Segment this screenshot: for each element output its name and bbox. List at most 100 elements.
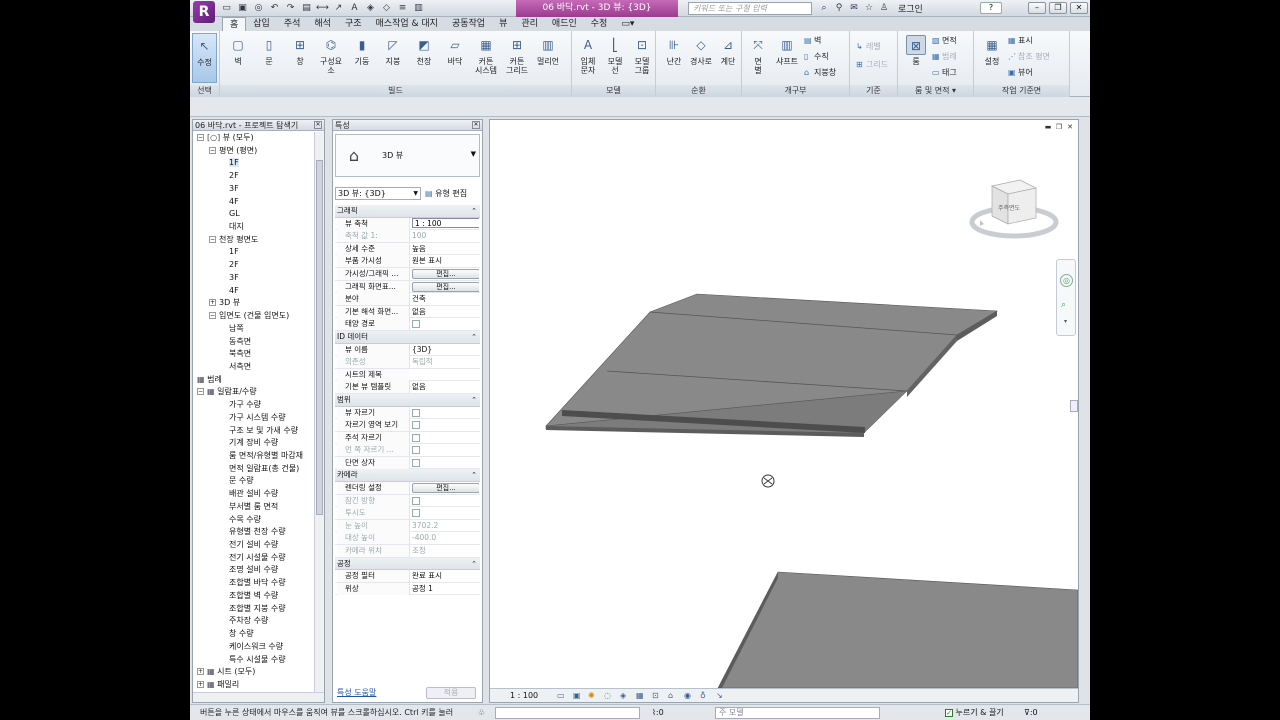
collapse-icon[interactable]: −	[197, 134, 204, 141]
restore-icon[interactable]: ❐	[1049, 2, 1067, 14]
text-icon[interactable]: A	[348, 2, 361, 14]
floor-slab-upper[interactable]	[545, 293, 998, 437]
tab-8[interactable]: 관리	[514, 17, 545, 31]
help-button[interactable]: ?	[980, 2, 1002, 14]
ribbon-model_panel-buttons-button-1[interactable]: ⎣ 모델 선	[601, 33, 629, 83]
collapse-icon[interactable]: −	[209, 146, 216, 154]
tree-item[interactable]: − 천장 평면도	[209, 234, 258, 246]
redo-icon[interactable]: ↷	[284, 2, 297, 14]
tree-item[interactable]: + ▦ 시트 (모두)	[197, 666, 255, 678]
property-value[interactable]	[409, 456, 479, 469]
ribbon-build_panel-buttons-button-5[interactable]: ◸ 지붕	[379, 33, 407, 83]
open-icon[interactable]: ▭	[220, 2, 233, 14]
set-work-plane-button[interactable]: ▦ 설정	[978, 33, 1006, 83]
analysis-display-icon[interactable]: ↘	[716, 689, 723, 703]
expand-icon[interactable]: +	[209, 299, 216, 307]
tree-item[interactable]: − 평면 (평면)	[209, 145, 257, 157]
ribbon-build_panel-buttons-button-4[interactable]: ▮ 기둥	[348, 33, 376, 83]
tree-item[interactable]: 전기 시설물 수량	[229, 552, 286, 564]
tree-item[interactable]: − 입면도 (건물 입면도)	[209, 310, 289, 322]
type-selector[interactable]: ⌂ 3D 뷰 ▼	[335, 134, 480, 177]
property-value[interactable]	[409, 217, 479, 230]
tree-item[interactable]: 배관 설비 수량	[229, 488, 278, 500]
collapse-icon[interactable]: ⌃	[471, 394, 477, 406]
tree-item[interactable]: 3F	[229, 183, 239, 195]
login-button[interactable]: 로그인	[898, 2, 923, 15]
thin-lines-icon[interactable]: ≡	[396, 2, 409, 14]
level-button[interactable]: ↳ 레벨	[856, 41, 881, 53]
tree-item[interactable]: 대지	[229, 221, 244, 233]
tree-item[interactable]: 남쪽	[229, 323, 244, 335]
checkbox[interactable]	[412, 320, 420, 329]
collapse-icon[interactable]: ⌃	[471, 205, 477, 217]
expand-icon[interactable]: +	[197, 668, 204, 676]
tree-item[interactable]: 1F	[229, 157, 239, 169]
tree-item[interactable]: 문 수량	[229, 475, 254, 487]
tree-item[interactable]: 면적 일람표(총 건물)	[229, 463, 299, 475]
tab-2[interactable]: 주석	[277, 17, 308, 31]
search-input[interactable]: 키워드 또는 구절 입력	[688, 2, 812, 15]
tree-item[interactable]: 가구 시스템 수량	[229, 412, 286, 424]
crop-view-icon[interactable]: ▦	[636, 689, 644, 703]
close-icon[interactable]: ✕	[1070, 2, 1088, 14]
property-group-header[interactable]: 그래픽 ⌃	[335, 205, 480, 218]
communication-icon[interactable]: ✉	[848, 2, 860, 14]
property-value[interactable]	[409, 419, 479, 432]
tree-item[interactable]: − ▦ 일람표/수량	[197, 386, 257, 398]
edit-button[interactable]: 편집...	[412, 268, 479, 279]
tree-item[interactable]: 2F	[229, 259, 239, 271]
collapse-icon[interactable]: ⌃	[471, 558, 477, 570]
tree-item[interactable]: GL	[229, 208, 240, 220]
tree-item[interactable]: 부서별 룸 면적	[229, 501, 278, 513]
edit-button[interactable]: 편집...	[412, 281, 479, 292]
wall-opening-button[interactable]: ▤ 벽	[804, 35, 821, 47]
status-field[interactable]	[495, 707, 640, 719]
ribbon-build_panel-buttons-button-8[interactable]: ▦ 커튼 시스템	[472, 33, 500, 83]
panel-toggle-icon[interactable]: ▭▾	[614, 17, 641, 31]
tree-item[interactable]: ▦ 범례	[197, 374, 222, 386]
zoom-icon[interactable]: ⌕	[1061, 300, 1066, 310]
checkbox[interactable]	[412, 421, 420, 430]
print-icon[interactable]: ▤	[300, 2, 313, 14]
sun-path-icon[interactable]: ✺	[588, 689, 595, 703]
ribbon-opening_panel-buttons-button-1[interactable]: ▥ 샤프트	[773, 33, 801, 83]
default-3d-view-icon[interactable]: ◈	[364, 2, 377, 14]
show-work-plane-button[interactable]: ▦ 표시	[1008, 35, 1033, 47]
ribbon-build_panel-buttons-button-1[interactable]: ▯ 문	[255, 33, 283, 83]
property-value[interactable]: 없음	[409, 305, 479, 318]
tree-item[interactable]: 3F	[229, 272, 239, 284]
property-group-header[interactable]: 범위 ⌃	[335, 393, 480, 407]
scrollbar-thumb[interactable]	[316, 160, 323, 515]
ribbon-build_panel-buttons-button-6[interactable]: ◩ 천장	[410, 33, 438, 83]
temp-hide-icon[interactable]: ◉	[684, 689, 691, 703]
property-group-header[interactable]: 공정 ⌃	[335, 557, 480, 571]
tag-button[interactable]: ▭ 태그	[932, 67, 957, 79]
edit-button[interactable]: 편집...	[412, 483, 479, 494]
ribbon-build_panel-buttons-button-3[interactable]: ⌬ 구성요소	[317, 33, 345, 83]
tree-scrollbar[interactable]	[314, 132, 324, 702]
tab-0[interactable]: 홈	[222, 17, 247, 31]
tree-item[interactable]: 4F	[229, 285, 239, 297]
binoculars-icon[interactable]: ⌕	[818, 2, 830, 14]
tree-item[interactable]: 2F	[229, 170, 239, 182]
properties-help-link[interactable]: 특성 도움말	[337, 687, 376, 698]
view-scale-input[interactable]	[412, 218, 479, 229]
floor-slab-lower[interactable]	[717, 571, 1078, 688]
press-drag-toggle[interactable]: ✓ 누르기 & 끌기	[945, 705, 1004, 720]
tree-item[interactable]: 특수 시설물 수량	[229, 654, 286, 666]
close-hidden-windows-icon[interactable]: ▥	[412, 2, 425, 14]
checkbox[interactable]	[412, 458, 420, 467]
tab-7[interactable]: 뷰	[492, 17, 514, 31]
tab-3[interactable]: 해석	[307, 17, 338, 31]
grid-button[interactable]: ⊞ 그리드	[856, 59, 888, 71]
ribbon-build_panel-buttons-button-2[interactable]: ⊞ 창	[286, 33, 314, 83]
ribbon-build_panel-buttons-button-10[interactable]: ▥ 멀리언	[534, 33, 562, 83]
ribbon-opening_panel-buttons-button-0[interactable]: ⤧ 면 별	[744, 33, 772, 83]
room-button[interactable]: ⊠ 룸	[902, 33, 930, 83]
tree-item[interactable]: 북측면	[229, 348, 251, 360]
subscription-icon[interactable]: ⚲	[833, 2, 845, 14]
tree-item[interactable]: 가구 수량	[229, 399, 261, 411]
3d-viewport[interactable]: ▬ ❐ ✕ 주측면도 ◎ ⌕ ▾ 1: 100 ▭ ▣ ✺ ◌ ◈ ▦ ⊡ ⌂…	[489, 119, 1079, 703]
visual-style-icon[interactable]: ▣	[573, 689, 581, 703]
instance-filter-dropdown[interactable]: 3D 뷰: {3D} ▼	[335, 187, 421, 200]
